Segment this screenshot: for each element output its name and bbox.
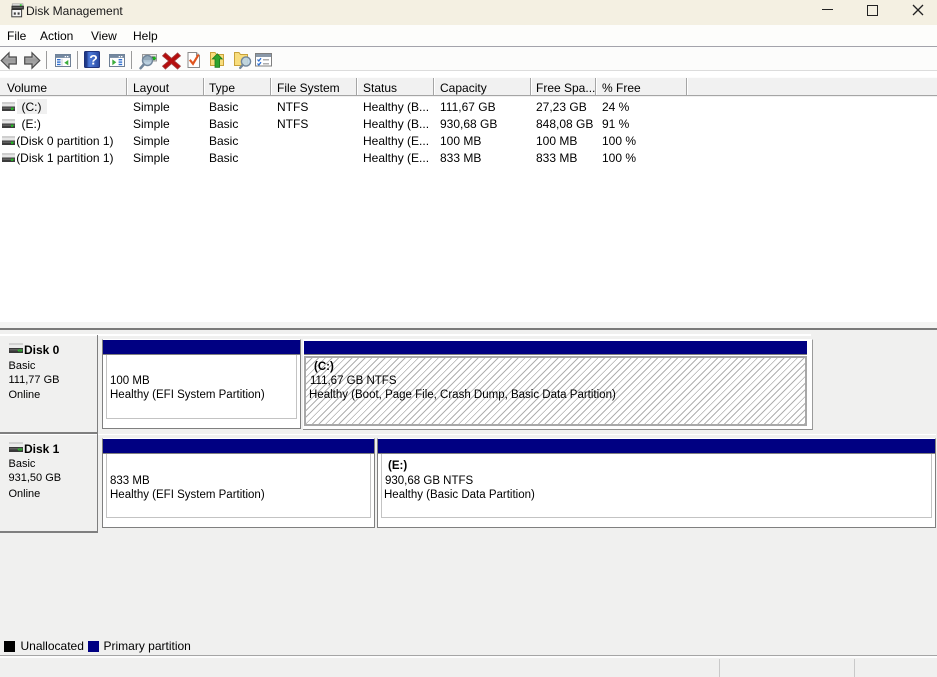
svg-text:?: ? <box>89 52 98 68</box>
